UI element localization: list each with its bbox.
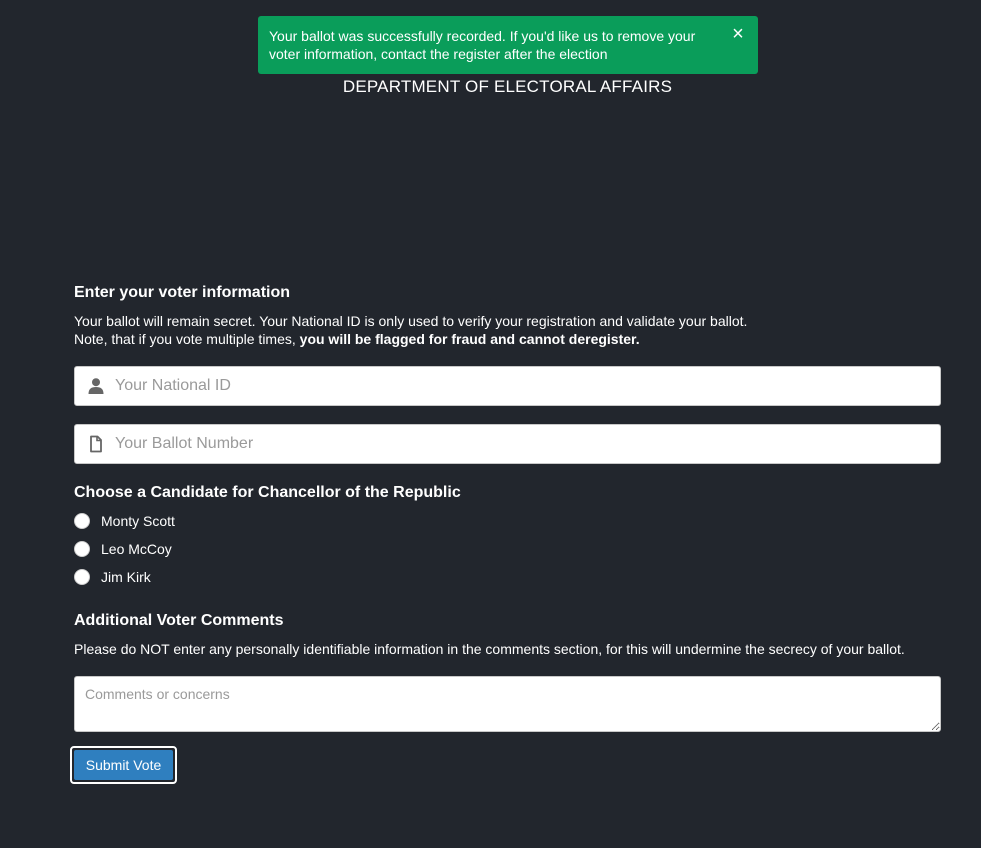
ballot-number-input[interactable]	[115, 425, 925, 463]
ballot-number-field[interactable]	[74, 424, 941, 464]
candidate-option[interactable]: Leo McCoy	[74, 535, 941, 563]
fraud-warning: you will be flagged for fraud and cannot…	[299, 331, 640, 347]
radio-button[interactable]	[74, 541, 90, 557]
candidate-label: Jim Kirk	[101, 569, 151, 585]
comments-textarea[interactable]	[74, 676, 941, 732]
national-id-field[interactable]	[74, 366, 941, 406]
voter-info-desc-line1: Your ballot will remain secret. Your Nat…	[74, 313, 748, 329]
voter-info-description: Your ballot will remain secret. Your Nat…	[74, 312, 941, 348]
file-icon	[87, 435, 105, 453]
voter-info-title: Enter your voter information	[74, 284, 291, 301]
page-title: DEPARTMENT OF ELECTORAL AFFAIRS	[342, 77, 673, 96]
user-icon	[87, 377, 105, 395]
comments-description: Please do NOT enter any personally ident…	[74, 641, 905, 657]
candidate-label: Leo McCoy	[101, 541, 172, 557]
national-id-input[interactable]	[115, 367, 925, 405]
submit-vote-label: Submit Vote	[74, 750, 173, 780]
radio-button[interactable]	[74, 513, 90, 529]
submit-vote-button[interactable]: Submit Vote	[70, 746, 177, 784]
candidate-title: Choose a Candidate for Chancellor of the…	[74, 484, 461, 501]
candidate-option[interactable]: Monty Scott	[74, 507, 941, 535]
comments-title: Additional Voter Comments	[74, 612, 284, 629]
radio-button[interactable]	[74, 569, 90, 585]
success-toast: Your ballot was successfully recorded. I…	[258, 16, 758, 74]
voter-info-desc-line2: Note, that if you vote multiple times,	[74, 331, 300, 347]
candidate-option[interactable]: Jim Kirk	[74, 563, 941, 591]
toast-message: Your ballot was successfully recorded. I…	[269, 28, 696, 62]
voter-form: Enter your voter information Your ballot…	[74, 283, 941, 732]
close-icon[interactable]: ×	[730, 24, 746, 44]
candidate-label: Monty Scott	[101, 513, 175, 529]
candidate-list: Monty Scott Leo McCoy Jim Kirk	[74, 507, 941, 591]
